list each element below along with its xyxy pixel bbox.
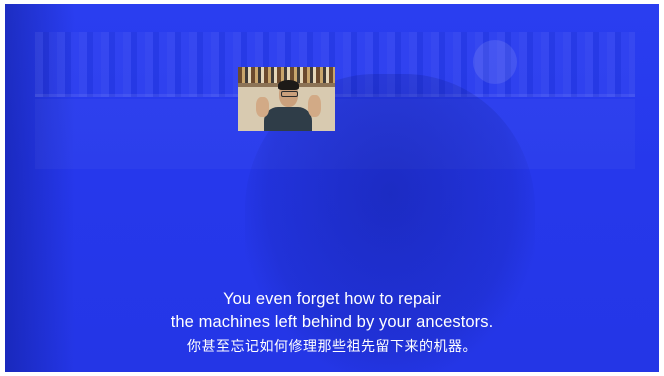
thumbnail-person-right-hand bbox=[308, 95, 321, 117]
thumbnail-person-left-hand bbox=[256, 97, 269, 117]
thumbnail-person-glasses bbox=[281, 91, 298, 97]
thumbnail-person-hair bbox=[278, 80, 299, 90]
background-globe bbox=[473, 40, 517, 84]
thumbnail-person-torso bbox=[264, 107, 312, 131]
video-frame[interactable]: You even forget how to repair the machin… bbox=[5, 4, 659, 372]
subtitles: You even forget how to repair the machin… bbox=[5, 288, 659, 357]
subtitle-zh: 你甚至忘记如何修理那些祖先留下来的机器。 bbox=[187, 338, 477, 354]
subtitle-en-line1: You even forget how to repair bbox=[223, 290, 441, 308]
subtitle-en-line2: the machines left behind by your ancesto… bbox=[170, 313, 494, 331]
person-video-thumbnail bbox=[238, 67, 335, 131]
